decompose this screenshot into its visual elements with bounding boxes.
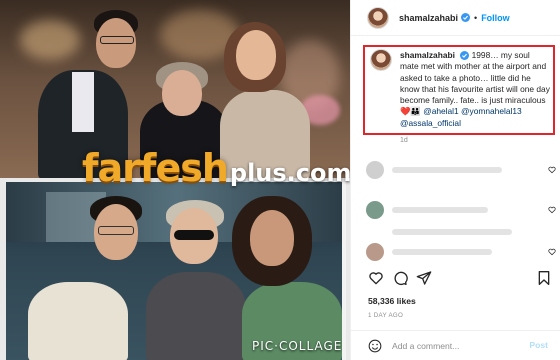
pic-collage-label: PIC·COLLAGE [252, 339, 343, 353]
caption-time: 1d [400, 137, 408, 144]
mention-link[interactable]: @assala_official [400, 118, 461, 128]
avatar[interactable] [366, 161, 384, 179]
caption-emojis: ❤️👪 [400, 106, 421, 117]
comment-text [392, 207, 488, 213]
emoji-icon[interactable] [368, 339, 382, 353]
farfesh-watermark: farfesh plus.com [82, 146, 350, 196]
separator-dot: • [474, 12, 478, 23]
comment-text [392, 249, 492, 255]
avatar[interactable] [366, 223, 384, 241]
post-caption: shamalzahabi 1998… my soul mate met with… [400, 50, 550, 129]
verified-badge-icon [461, 13, 471, 22]
comment-row [366, 160, 556, 180]
caption-username[interactable]: shamalzahabi [400, 50, 455, 60]
watermark-main: farfesh [82, 146, 229, 190]
caption-avatar[interactable] [370, 49, 392, 71]
add-comment-bar: Post [350, 330, 560, 360]
mention-link[interactable]: @yomnahelal13 [461, 106, 522, 116]
heart-icon[interactable] [548, 166, 556, 174]
post-username[interactable]: shamalzahabi [399, 13, 458, 23]
comment-row [366, 200, 556, 220]
avatar[interactable] [367, 6, 389, 29]
comment-text [392, 167, 502, 173]
heart-icon[interactable] [368, 270, 384, 286]
verified-badge-icon [460, 51, 470, 60]
bookmark-icon[interactable] [536, 270, 552, 286]
comment-row [366, 242, 556, 262]
avatar[interactable] [366, 243, 384, 261]
post-date: 1 DAY AGO [368, 312, 404, 319]
comment-icon[interactable] [392, 270, 408, 286]
share-icon[interactable] [416, 270, 432, 286]
post-media[interactable]: farfesh plus.com PIC·COLLAGE [0, 0, 350, 360]
post-comment-button[interactable]: Post [529, 340, 548, 350]
photo-1998-airport [6, 182, 346, 360]
mention-link[interactable]: @ahelal1 [423, 106, 459, 116]
watermark-sub: plus.com [229, 159, 350, 187]
avatar[interactable] [366, 201, 384, 219]
comment-input[interactable] [392, 339, 512, 353]
comment-text [392, 229, 512, 235]
likes-count[interactable]: 58,336 likes [368, 296, 416, 306]
action-bar [366, 270, 554, 288]
comment-row [366, 222, 556, 242]
post-header: shamalzahabi • Follow [351, 0, 560, 36]
follow-button[interactable]: Follow [481, 13, 510, 23]
heart-icon[interactable] [548, 206, 556, 214]
heart-icon[interactable] [548, 248, 556, 256]
